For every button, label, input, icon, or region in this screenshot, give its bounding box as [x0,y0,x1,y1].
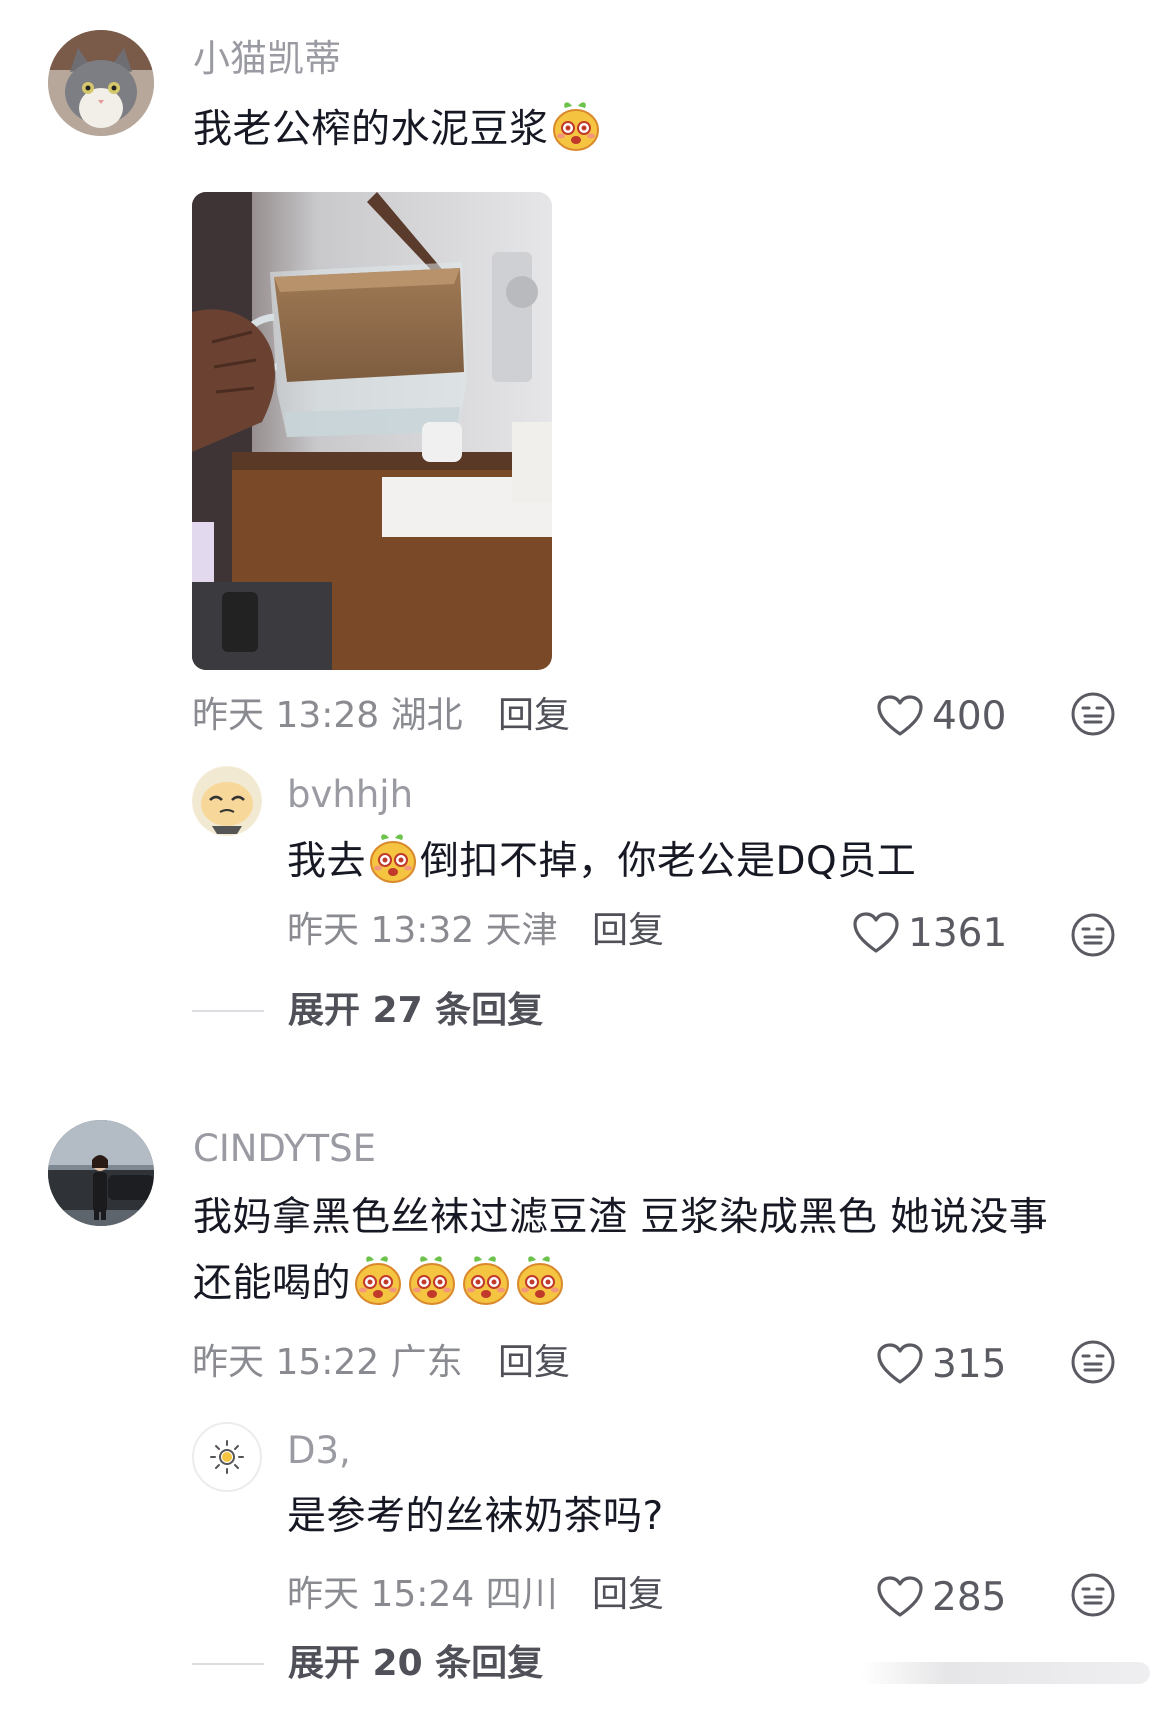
reply-text: 是参考的丝袜奶茶吗? [287,1494,664,1539]
like-button[interactable]: 285 [876,1575,1006,1619]
reply-username[interactable]: D3, [287,1432,351,1469]
person-avatar-icon [48,1120,154,1226]
reply-meta: 昨天 13:32 天津 [287,913,558,949]
comment-meta: 昨天 15:22 广东 [192,1345,463,1381]
like-button[interactable]: 400 [876,694,1006,738]
comment-timestamp: 昨天 13:28 [192,695,380,736]
divider-line [192,1010,264,1012]
heart-outline-icon [852,911,900,955]
reply-button[interactable]: 回复 [592,913,664,949]
comment-location: 湖北 [390,695,463,736]
comment-photo[interactable] [192,192,552,670]
reply-timestamp: 昨天 13:32 [287,910,475,951]
reply-location: 四川 [485,1574,558,1615]
comment-username[interactable]: CINDYTSE [193,1130,376,1167]
comment-timestamp: 昨天 15:22 [192,1342,380,1383]
cute-face-emoji [550,100,602,152]
cute-face-emoji [460,1254,512,1306]
like-button[interactable]: 1361 [852,911,1007,955]
comment-text-line-2: 还能喝的 [193,1251,1113,1317]
neutral-face-icon[interactable] [1070,691,1116,737]
watermark-bar [860,1662,1150,1684]
reply-text: 我去 倒扣不掉，你老公是DQ员工 [287,829,916,895]
reply-avatar[interactable] [192,1422,262,1492]
comment-text-line-2-body: 还能喝的 [193,1261,352,1306]
cat-avatar-icon [48,30,154,136]
expand-replies-label: 展开 27 条回复 [288,990,544,1031]
like-count: 315 [932,1341,1007,1387]
comment-text-body: 我老公榨的水泥豆浆 [193,107,549,152]
avatar[interactable] [48,1120,154,1226]
neutral-face-icon[interactable] [1070,912,1116,958]
heart-outline-icon [876,694,924,738]
cute-face-emoji [514,1254,566,1306]
sun-avatar-icon [210,1440,244,1474]
cute-face-emoji [406,1254,458,1306]
like-count: 400 [932,693,1007,739]
reply-avatar[interactable] [192,766,262,836]
comment-text: 我老公榨的水泥豆浆 [193,97,603,163]
like-count: 1361 [908,910,1008,956]
reply-username[interactable]: bvhhjh [287,776,413,813]
comment-location: 广东 [390,1342,463,1383]
reply-button[interactable]: 回复 [498,698,570,734]
reply-button[interactable]: 回复 [592,1577,664,1613]
cartoon-face-avatar-icon [193,767,261,835]
divider-line [192,1663,264,1665]
reply-text-end: 倒扣不掉，你老公是DQ员工 [420,839,917,884]
heart-outline-icon [876,1342,924,1386]
reply-button[interactable]: 回复 [498,1345,570,1381]
avatar[interactable] [48,30,154,136]
soy-milk-cup-photo [192,192,552,670]
comment-text-line-1: 我妈拿黑色丝袜过滤豆渣 豆浆染成黑色 她说没事 [193,1195,1049,1240]
comment-text: 我妈拿黑色丝袜过滤豆渣 豆浆染成黑色 她说没事 还能喝的 [193,1185,1113,1317]
cute-face-emoji [367,832,419,884]
expand-replies-label: 展开 20 条回复 [288,1643,544,1684]
expand-replies-button[interactable]: 展开 20 条回复 [192,1646,543,1682]
reply-timestamp: 昨天 15:24 [287,1574,475,1615]
heart-outline-icon [876,1575,924,1619]
cute-face-emoji [352,1254,404,1306]
like-count: 285 [932,1574,1007,1620]
expand-replies-button[interactable]: 展开 27 条回复 [192,993,543,1029]
reply-meta: 昨天 15:24 四川 [287,1577,558,1613]
comment-username[interactable]: 小猫凯蒂 [193,40,341,77]
comment-meta: 昨天 13:28 湖北 [192,698,463,734]
neutral-face-icon[interactable] [1070,1339,1116,1385]
neutral-face-icon[interactable] [1070,1572,1116,1618]
reply-text-start: 我去 [287,839,367,884]
reply-location: 天津 [485,910,558,951]
like-button[interactable]: 315 [876,1342,1006,1386]
